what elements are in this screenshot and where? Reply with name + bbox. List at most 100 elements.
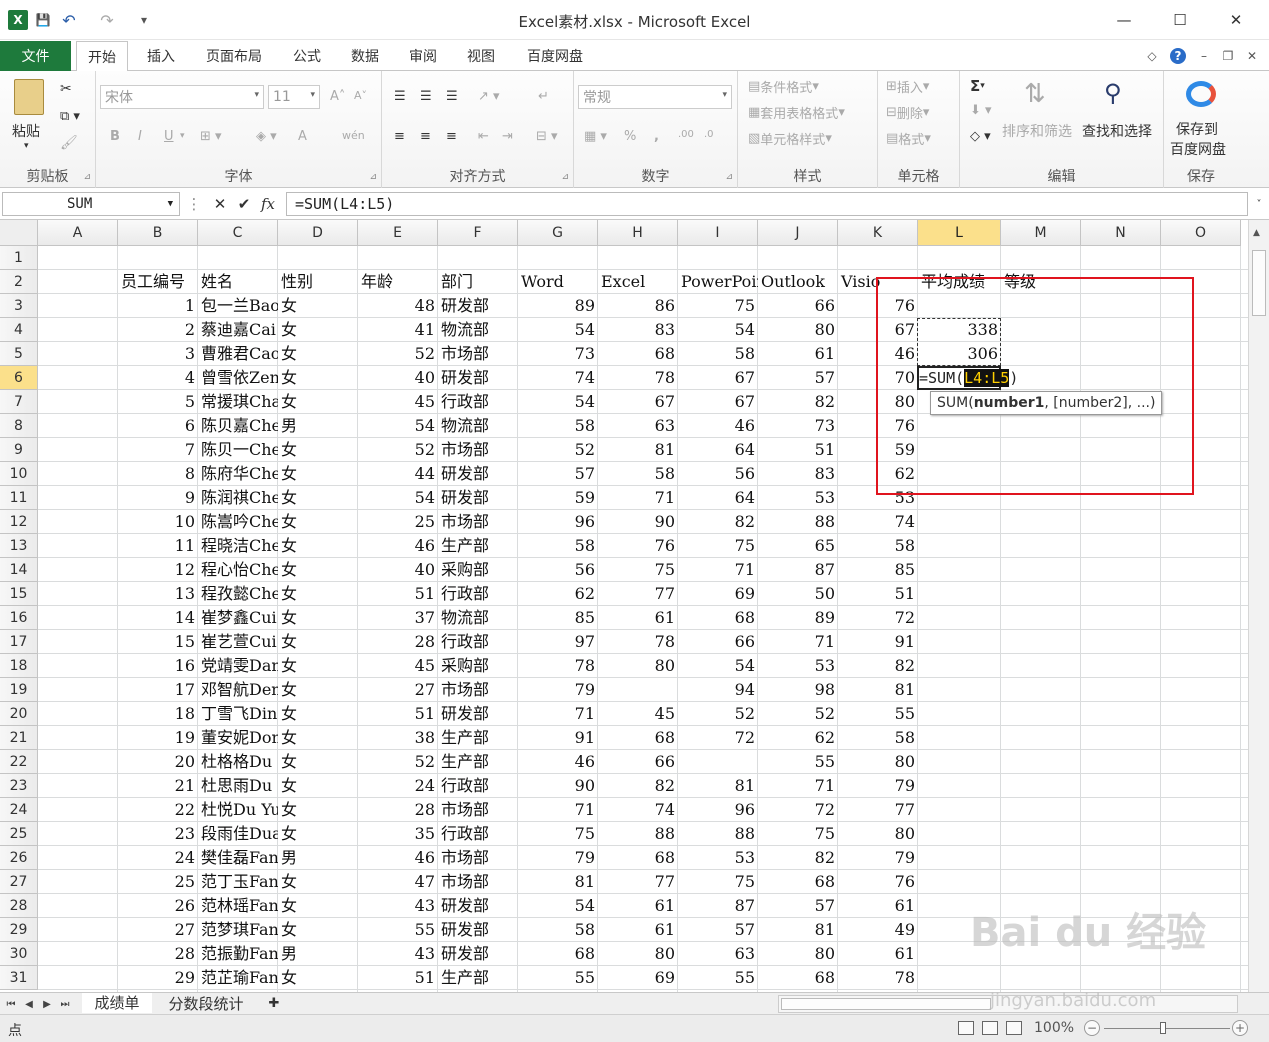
accounting-format-icon[interactable]: ▦ ▾: [584, 129, 607, 144]
cell-c15[interactable]: 程孜懿Che: [198, 582, 278, 606]
cell-d9[interactable]: 女: [278, 438, 358, 462]
cell-h26[interactable]: 68: [598, 846, 678, 870]
cell-c18[interactable]: 党靖雯Dan: [198, 654, 278, 678]
cell-f25[interactable]: 行政部: [438, 822, 518, 846]
cell-g10[interactable]: 57: [518, 462, 598, 486]
cell-c8[interactable]: 陈贝嘉Che: [198, 414, 278, 438]
collapse-ribbon-icon[interactable]: ◇: [1144, 48, 1160, 64]
cell-k30[interactable]: 61: [838, 942, 918, 966]
cell-c11[interactable]: 陈润祺Che: [198, 486, 278, 510]
cell-b28[interactable]: 26: [118, 894, 198, 918]
cell-i25[interactable]: 88: [678, 822, 758, 846]
cell-f12[interactable]: 市场部: [438, 510, 518, 534]
cell-k21[interactable]: 58: [838, 726, 918, 750]
cell-j20[interactable]: 52: [758, 702, 838, 726]
cell-e11[interactable]: 54: [358, 486, 438, 510]
cell-c13[interactable]: 程晓洁Che: [198, 534, 278, 558]
cell-e24[interactable]: 28: [358, 798, 438, 822]
tab-data[interactable]: 数据: [340, 41, 390, 71]
cell-d26[interactable]: 男: [278, 846, 358, 870]
cell-j6[interactable]: 57: [758, 366, 838, 390]
cell-h22[interactable]: 66: [598, 750, 678, 774]
cell-f22[interactable]: 生产部: [438, 750, 518, 774]
paste-icon[interactable]: [14, 79, 44, 115]
cell-d15[interactable]: 女: [278, 582, 358, 606]
cell-c26[interactable]: 樊佳磊Fan: [198, 846, 278, 870]
cell-j17[interactable]: 71: [758, 630, 838, 654]
formula-input[interactable]: =SUM(L4:L5): [286, 192, 1248, 216]
cell-i28[interactable]: 87: [678, 894, 758, 918]
cell-c16[interactable]: 崔梦鑫Cui: [198, 606, 278, 630]
font-color-button[interactable]: A: [298, 129, 307, 144]
cell-j19[interactable]: 98: [758, 678, 838, 702]
prev-sheet-icon[interactable]: ◀: [22, 996, 36, 1012]
cell-c27[interactable]: 范丁玉Fan: [198, 870, 278, 894]
cell-j13[interactable]: 65: [758, 534, 838, 558]
cell-b11[interactable]: 9: [118, 486, 198, 510]
cell-h31[interactable]: 69: [598, 966, 678, 990]
cell-styles-button[interactable]: ▧ 单元格样式 ▾: [748, 129, 832, 148]
column-header-d[interactable]: D: [278, 220, 358, 246]
cell-i30[interactable]: 63: [678, 942, 758, 966]
name-box[interactable]: SUM ▼: [2, 192, 180, 216]
cell-e25[interactable]: 35: [358, 822, 438, 846]
cell-d4[interactable]: 女: [278, 318, 358, 342]
cell-b17[interactable]: 15: [118, 630, 198, 654]
cell-i6[interactable]: 67: [678, 366, 758, 390]
column-header-l[interactable]: L: [918, 220, 1001, 246]
cell-e13[interactable]: 46: [358, 534, 438, 558]
paste-button[interactable]: 粘贴: [12, 121, 40, 141]
cell-k22[interactable]: 80: [838, 750, 918, 774]
cell-j3[interactable]: 66: [758, 294, 838, 318]
cut-icon[interactable]: ✂: [60, 81, 72, 97]
cell-f19[interactable]: 市场部: [438, 678, 518, 702]
cell-j25[interactable]: 75: [758, 822, 838, 846]
sheet-tab-score-ranges[interactable]: 分数段统计: [156, 993, 256, 1013]
zoom-in-icon[interactable]: +: [1232, 1020, 1248, 1036]
cell-i27[interactable]: 75: [678, 870, 758, 894]
cell-k12[interactable]: 74: [838, 510, 918, 534]
cell-h18[interactable]: 80: [598, 654, 678, 678]
cell-k24[interactable]: 77: [838, 798, 918, 822]
last-sheet-icon[interactable]: ⏭: [58, 996, 72, 1012]
cell-c4[interactable]: 蔡迪嘉Cai: [198, 318, 278, 342]
worksheet-grid[interactable]: ABCDEFGHIJKLMNO 1 2 3 4 5 6 7 8 9 10 11 12 13 14 15 16 1…: [0, 220, 1248, 992]
font-launcher-icon[interactable]: ⊿: [369, 172, 377, 182]
cell-k15[interactable]: 51: [838, 582, 918, 606]
cell-i18[interactable]: 54: [678, 654, 758, 678]
vertical-scroll-thumb[interactable]: [1252, 250, 1266, 316]
row-header-22[interactable]: 22: [0, 750, 38, 774]
cell-g3[interactable]: 89: [518, 294, 598, 318]
cell-j27[interactable]: 68: [758, 870, 838, 894]
column-header-a[interactable]: A: [38, 220, 118, 246]
cell-f24[interactable]: 市场部: [438, 798, 518, 822]
cell-e6[interactable]: 40: [358, 366, 438, 390]
cell-h8[interactable]: 63: [598, 414, 678, 438]
help-icon[interactable]: ?: [1170, 48, 1186, 64]
row-header-6[interactable]: 6: [0, 366, 38, 390]
row-header-10[interactable]: 10: [0, 462, 38, 486]
cell-e31[interactable]: 51: [358, 966, 438, 990]
cell-g26[interactable]: 79: [518, 846, 598, 870]
cell-e23[interactable]: 24: [358, 774, 438, 798]
cell-f8[interactable]: 物流部: [438, 414, 518, 438]
cell-d12[interactable]: 女: [278, 510, 358, 534]
row-header-29[interactable]: 29: [0, 918, 38, 942]
vertical-scrollbar[interactable]: ▲: [1248, 220, 1269, 992]
cell-k23[interactable]: 79: [838, 774, 918, 798]
cell-c5[interactable]: 曹雅君Cao: [198, 342, 278, 366]
number-format-select[interactable]: 常规 ▾: [578, 85, 732, 109]
cell-j4[interactable]: 80: [758, 318, 838, 342]
cell-g23[interactable]: 90: [518, 774, 598, 798]
cell-b7[interactable]: 5: [118, 390, 198, 414]
column-header-h[interactable]: H: [598, 220, 678, 246]
cell-e8[interactable]: 54: [358, 414, 438, 438]
cell-c17[interactable]: 崔艺萱Cui: [198, 630, 278, 654]
cell-i22[interactable]: [678, 750, 758, 774]
cell-d2[interactable]: 性别: [278, 270, 358, 294]
cell-j7[interactable]: 82: [758, 390, 838, 414]
cell-e21[interactable]: 38: [358, 726, 438, 750]
cell-i14[interactable]: 71: [678, 558, 758, 582]
underline-dropdown-icon[interactable]: ▾: [180, 131, 185, 141]
column-header-j[interactable]: J: [758, 220, 838, 246]
